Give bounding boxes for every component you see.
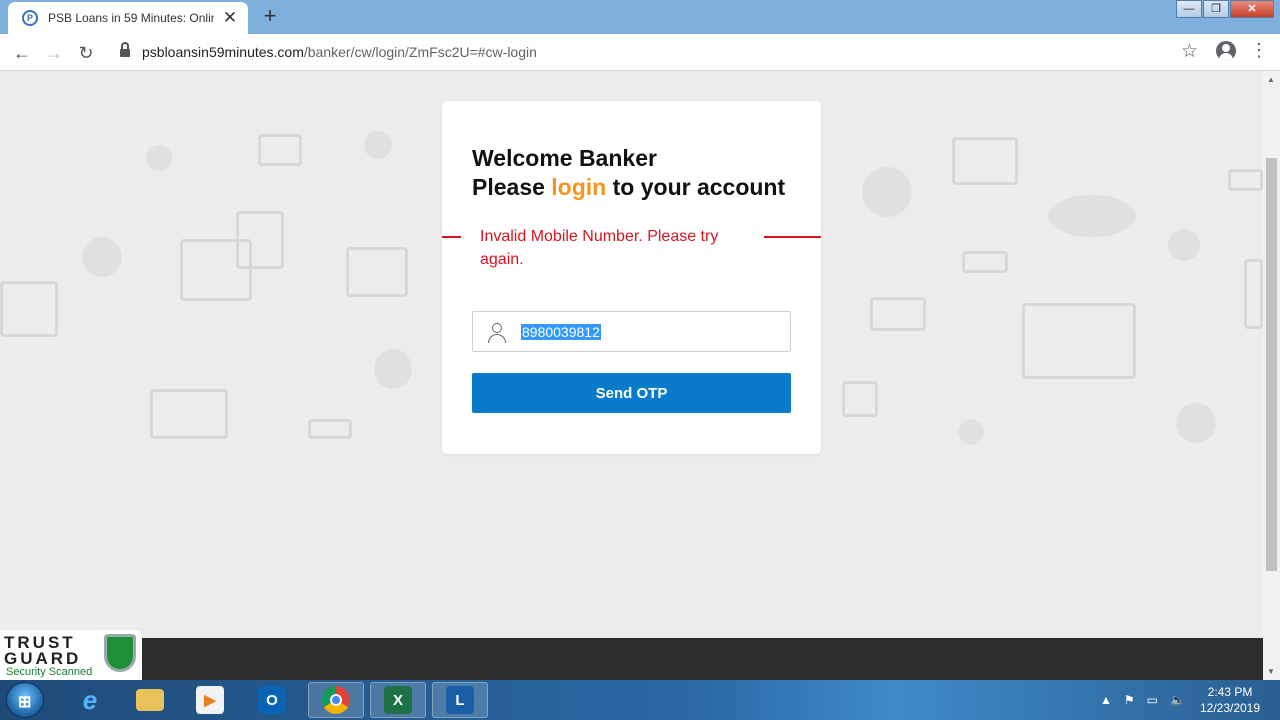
heading-prefix: Please: [472, 174, 552, 200]
page-footer: [0, 638, 1263, 680]
error-divider-right: [764, 236, 821, 238]
mobile-number-input[interactable]: 8980039812: [472, 311, 791, 352]
reload-icon[interactable]: ↻: [73, 40, 99, 66]
taskbar-media-player[interactable]: ▶: [182, 682, 238, 718]
close-window-button[interactable]: ✕: [1230, 0, 1274, 18]
address-bar[interactable]: psbloansin59minutes.com/banker/cw/login/…: [106, 38, 1206, 67]
bg-customer-icon: [862, 167, 912, 217]
browser-toolbar: ← → ↻ psbloansin59minutes.com/banker/cw/…: [0, 34, 1280, 71]
taskbar-clock[interactable]: 2:43 PM 12/23/2019: [1192, 684, 1268, 716]
page-title: Welcome Banker Please login to your acco…: [472, 144, 785, 202]
bg-coin-icon-3: [958, 419, 984, 445]
chrome-center-icon: [330, 694, 342, 706]
new-tab-button[interactable]: +: [256, 4, 284, 30]
bg-house-icon: [1022, 303, 1136, 379]
outlook-icon: O: [258, 686, 286, 714]
bg-bank-icon: [346, 247, 408, 297]
bg-banknote-icon: [308, 419, 352, 439]
trustguard-scanned-label: Security Scanned: [6, 666, 93, 678]
heading-suffix: to your account: [606, 174, 786, 200]
bg-car-icon: [1048, 195, 1136, 237]
heading-line-1: Welcome Banker: [472, 145, 657, 171]
bg-chart-icon: [82, 237, 122, 277]
bg-document-icon: [236, 211, 284, 269]
bg-document-icon-2: [1244, 259, 1263, 329]
taskbar-excel[interactable]: X: [370, 682, 426, 718]
browser-tab[interactable]: P PSB Loans in 59 Minutes: Online ✕: [8, 2, 248, 34]
action-center-icon[interactable]: ⚑: [1124, 693, 1135, 707]
bg-card-icon: [258, 134, 302, 166]
bg-coin-icon: [364, 131, 392, 159]
shield-icon: [104, 634, 136, 672]
lync-icon: L: [446, 686, 474, 714]
close-tab-icon[interactable]: ✕: [220, 8, 240, 28]
bg-cash-icon: [962, 251, 1008, 273]
mobile-number-value[interactable]: 8980039812: [521, 324, 601, 340]
browser-tab-strip: P PSB Loans in 59 Minutes: Online ✕ + — …: [0, 0, 1280, 34]
scroll-down-arrow-icon[interactable]: ▼: [1267, 667, 1275, 676]
tab-title: PSB Loans in 59 Minutes: Online: [48, 11, 214, 25]
bg-graduation-icon: [870, 297, 926, 331]
internet-explorer-icon: e: [82, 684, 98, 715]
error-message: Invalid Mobile Number. Please try again.: [480, 228, 719, 268]
profile-avatar-icon[interactable]: [1216, 41, 1236, 61]
start-button[interactable]: ⊞: [6, 682, 44, 718]
url-path: /banker/cw/login/ZmFsc2U=#cw-login: [303, 44, 537, 60]
window-controls: — ❐ ✕: [1175, 0, 1274, 18]
error-divider-left: [442, 236, 461, 238]
forward-arrow-icon[interactable]: →: [41, 40, 67, 66]
bookmark-star-icon[interactable]: ☆: [1181, 40, 1198, 63]
url-text: psbloansin59minutes.com/banker/cw/login/…: [142, 44, 537, 60]
send-otp-button[interactable]: Send OTP: [472, 373, 791, 413]
excel-icon: X: [384, 686, 412, 714]
taskbar-file-explorer[interactable]: [122, 682, 178, 718]
taskbar-internet-explorer[interactable]: e: [62, 682, 118, 718]
bg-moneybag-icon: [374, 349, 412, 389]
restore-button[interactable]: ❐: [1203, 0, 1229, 18]
bg-shopping-bag-icon: [842, 381, 878, 417]
back-arrow-icon[interactable]: ←: [9, 40, 35, 66]
minimize-button[interactable]: —: [1176, 0, 1202, 18]
site-favicon-icon: P: [22, 10, 38, 26]
show-hidden-icons-icon[interactable]: ▲: [1100, 693, 1112, 707]
windows-taskbar: ⊞ e ▶ O X L ▲ ⚑ ▭ 🔈 2:43 PM 12/23/2019: [0, 680, 1280, 720]
user-icon: [486, 322, 508, 344]
folder-icon: [136, 689, 164, 711]
bg-moneybag-icon-2: [1176, 403, 1216, 443]
volume-muted-icon[interactable]: 🔈: [1170, 693, 1185, 707]
clock-time: 2:43 PM: [1207, 685, 1253, 699]
clock-date: 12/23/2019: [1199, 701, 1261, 715]
taskbar-outlook[interactable]: O: [244, 682, 300, 718]
bg-person-icon: [146, 145, 172, 171]
url-host: psbloansin59minutes.com: [142, 44, 304, 60]
more-menu-icon[interactable]: ⋮: [1250, 40, 1268, 61]
bg-id-card-icon: [952, 137, 1018, 185]
heading-line-2: Please login to your account: [472, 173, 785, 202]
scroll-up-arrow-icon[interactable]: ▲: [1267, 75, 1275, 84]
login-card: Welcome Banker Please login to your acco…: [442, 101, 821, 454]
bg-monitor-icon: [150, 389, 228, 439]
trustguard-line-2: GUARD: [4, 649, 82, 668]
taskbar-chrome[interactable]: [308, 682, 364, 718]
chrome-icon: [322, 686, 350, 714]
scroll-thumb[interactable]: [1266, 158, 1277, 571]
bg-coin-icon-2: [1168, 229, 1200, 261]
page-scrollbar[interactable]: ▲ ▼: [1263, 71, 1280, 680]
trustguard-seal[interactable]: TRUST GUARD Security Scanned: [0, 630, 142, 680]
heading-accent-login: login: [551, 174, 607, 200]
bg-graph-icon: [0, 281, 58, 337]
lock-icon[interactable]: [120, 42, 130, 58]
media-player-icon: ▶: [196, 686, 224, 714]
system-tray: ▲ ⚑ ▭ 🔈: [1100, 680, 1197, 720]
network-icon[interactable]: ▭: [1147, 693, 1158, 707]
taskbar-lync[interactable]: L: [432, 682, 488, 718]
windows-logo-icon: ⊞: [18, 694, 32, 711]
bg-banknote-icon-2: [1228, 169, 1263, 191]
